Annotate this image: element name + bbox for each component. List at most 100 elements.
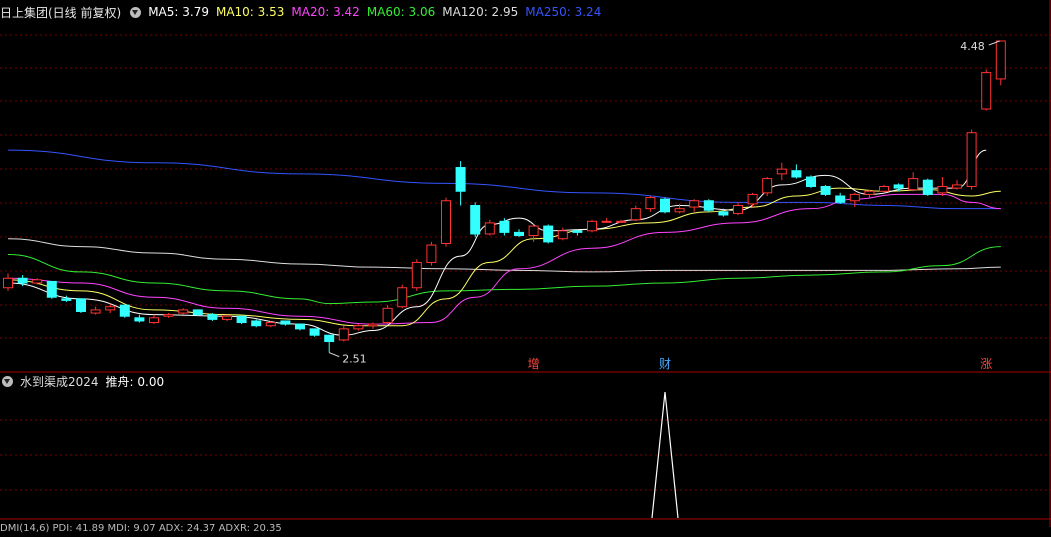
event-marker: 增 (528, 357, 540, 371)
ma-line-ma5 (7, 149, 987, 336)
candle (484, 219, 495, 236)
candle-body (397, 287, 408, 308)
candle-body (514, 231, 524, 237)
candle-body (411, 261, 422, 289)
candle-body (893, 184, 904, 189)
candle (441, 197, 451, 247)
candle-body (309, 328, 320, 336)
candle-body (17, 277, 28, 284)
candle-body (689, 200, 700, 208)
candle (324, 334, 335, 353)
candle-body (441, 200, 451, 244)
candle-body (338, 328, 349, 341)
candle (762, 177, 773, 196)
dmi-readout: DMI(14,6) PDI: 41.89 MDI: 9.07 ADX: 24.3… (0, 522, 282, 534)
candle-body (251, 320, 262, 327)
indicator-toggle-icon[interactable] (2, 375, 13, 387)
candle (251, 319, 262, 328)
candle-body (499, 220, 510, 233)
candle-body (587, 220, 597, 232)
candle (368, 322, 378, 329)
candle-body (879, 186, 889, 192)
candle-body (952, 184, 962, 189)
candle (470, 202, 481, 238)
candle-body (820, 186, 831, 195)
candle (76, 298, 86, 314)
candle (514, 229, 524, 238)
candle-body (236, 315, 247, 324)
candle (616, 219, 627, 223)
candle (966, 129, 977, 190)
candle-body (295, 323, 305, 330)
candle-body (733, 204, 743, 214)
candle-body (426, 244, 437, 263)
candle-body (178, 309, 189, 314)
candle (309, 328, 320, 337)
candle (353, 324, 364, 331)
candle-body (76, 298, 86, 312)
candle (660, 197, 670, 214)
candle (981, 69, 992, 111)
candle-body (864, 190, 875, 195)
candle (499, 218, 510, 236)
candle (295, 323, 305, 331)
candle-body (922, 179, 933, 195)
candle-body (703, 200, 714, 211)
candle (411, 259, 422, 291)
candle-body (660, 198, 670, 213)
candle-body (105, 306, 116, 311)
candle-body (937, 186, 948, 194)
indicator-value: 推舟: 0.00 (105, 374, 165, 389)
candle (455, 161, 466, 206)
candle (806, 175, 816, 189)
candle (280, 320, 291, 326)
candle (645, 196, 656, 212)
candle (952, 180, 962, 190)
candle (149, 314, 159, 325)
candle-body (32, 279, 43, 284)
candle-body (557, 230, 568, 240)
indicator-name: 水到渠成2024 (20, 374, 99, 389)
high-price-label: 4.48 (960, 40, 985, 53)
candle-body (368, 323, 378, 327)
candle-body (747, 193, 758, 205)
candle-body (280, 320, 291, 325)
candle-body (616, 220, 627, 223)
candle-body (470, 204, 481, 235)
candle-body (645, 197, 656, 210)
candle-body (90, 309, 101, 314)
event-marker: 涨 (980, 356, 992, 371)
candle-body (601, 220, 612, 223)
candle (382, 305, 393, 325)
candle (864, 189, 875, 198)
candle (236, 315, 247, 325)
candle (995, 40, 1006, 86)
candle (703, 199, 714, 212)
candle-body (455, 167, 466, 192)
dmi-header-partial: DMI(14,6) PDI: 41.89 MDI: 9.07 ADX: 24.3… (0, 519, 289, 537)
candle-body (835, 195, 846, 203)
candle-body (353, 325, 364, 330)
candle-body (630, 208, 641, 221)
candle (733, 202, 743, 215)
candle-body (718, 211, 729, 216)
candle (543, 224, 554, 244)
candle (557, 227, 568, 241)
candlestick-chart[interactable]: 4.48 2.51 增 财 涨 (0, 0, 1051, 527)
candle-body (908, 178, 919, 191)
candle-body (61, 298, 72, 301)
candle (922, 178, 933, 196)
candle (90, 306, 101, 315)
candle (178, 308, 189, 315)
candle (397, 284, 408, 309)
candle-body (762, 178, 773, 194)
candle (3, 273, 13, 291)
candle-body (543, 225, 554, 243)
candle (134, 314, 145, 323)
candle-body (484, 222, 495, 235)
candle (426, 241, 437, 266)
candle (338, 325, 349, 342)
candle-body (528, 225, 539, 237)
low-pointer (329, 352, 340, 358)
candle-body (207, 314, 218, 320)
